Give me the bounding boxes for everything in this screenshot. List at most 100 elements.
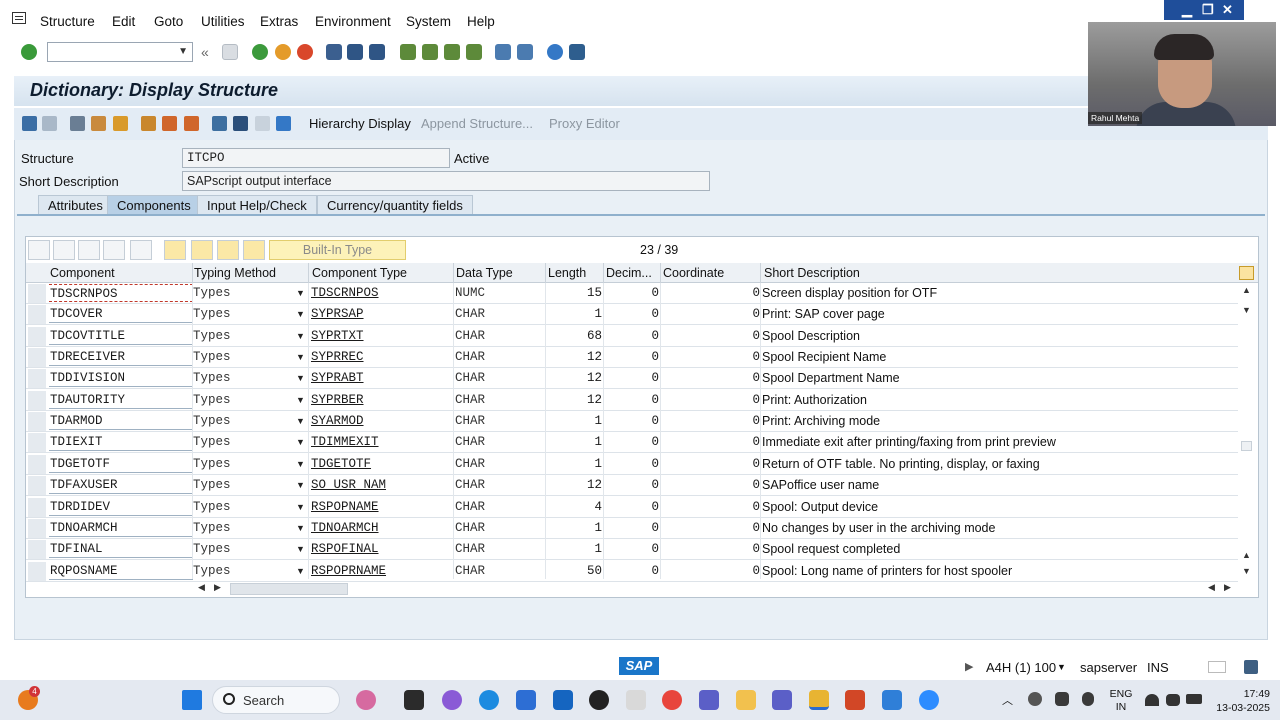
chevron-down-icon[interactable]: ▼ [296, 352, 305, 362]
store-icon[interactable] [516, 690, 536, 710]
next-page-icon[interactable] [444, 44, 460, 60]
short-description-cell[interactable]: Spool request completed [762, 542, 900, 556]
minimize-icon[interactable]: ▁ [1182, 2, 1192, 18]
details-icon[interactable] [191, 240, 213, 260]
component-type-cell[interactable]: RSPOFINAL [311, 542, 379, 556]
help-icon[interactable] [547, 44, 563, 60]
menu-utilities[interactable]: Utilities [201, 14, 245, 29]
hierarchy-display-button[interactable]: Hierarchy Display [309, 116, 411, 131]
chevron-down-icon[interactable]: ▼ [296, 502, 305, 512]
sap-gui-icon[interactable] [809, 690, 829, 710]
activate-icon[interactable] [141, 116, 156, 131]
length-cell[interactable]: 15 [546, 286, 602, 300]
back-arrow-icon[interactable] [22, 116, 37, 131]
edge-icon[interactable] [479, 690, 499, 710]
chrome-icon[interactable] [662, 690, 682, 710]
coordinate-cell[interactable]: 0 [662, 414, 760, 428]
double-chevron-left-icon[interactable]: « [201, 44, 217, 60]
short-description-cell[interactable]: Screen display position for OTF [762, 286, 937, 300]
component-type-cell[interactable]: RSPOPRNAME [311, 564, 386, 578]
table-row[interactable]: TDCOVER Types ▼ SYPRSAP CHAR 1 0 0 Print: SAP co… [26, 304, 1238, 326]
chevron-down-icon[interactable]: ▼ [296, 288, 305, 298]
component-cell[interactable]: TDRECEIVER [49, 348, 193, 367]
short-description-cell[interactable]: Spool Department Name [762, 371, 900, 385]
data-type-cell[interactable]: CHAR [455, 329, 485, 343]
data-type-cell[interactable]: CHAR [455, 521, 485, 535]
component-type-cell[interactable]: RSPOPNAME [311, 500, 379, 514]
scroll-left-icon[interactable]: ◀ [198, 582, 205, 593]
scroll-right-icon[interactable]: ▶ [1224, 582, 1231, 593]
column-config-icon[interactable] [1239, 266, 1254, 280]
print-icon[interactable] [326, 44, 342, 60]
row-selector[interactable] [28, 348, 46, 368]
table-row[interactable]: RQPOSNAME Types ▼ RSPOPRNAME CHAR 50 0 0 Spool: … [26, 561, 1238, 582]
typing-method-cell[interactable]: Types [193, 414, 231, 428]
find-next-icon[interactable] [369, 44, 385, 60]
copy-icon[interactable] [53, 240, 75, 260]
insert-row-icon[interactable] [103, 240, 125, 260]
length-cell[interactable]: 1 [546, 435, 602, 449]
length-cell[interactable]: 12 [546, 371, 602, 385]
previous-page-icon[interactable] [422, 44, 438, 60]
length-cell[interactable]: 1 [546, 307, 602, 321]
scroll-up-icon[interactable]: ▲ [1242, 550, 1251, 560]
typing-method-cell[interactable]: Types [193, 307, 231, 321]
row-selector[interactable] [28, 369, 46, 389]
powerpoint-icon[interactable] [845, 690, 865, 710]
menu-extras[interactable]: Extras [260, 14, 298, 29]
enter-check-icon[interactable] [21, 44, 37, 60]
column-header-decimals[interactable]: Decim... [606, 266, 652, 280]
copilot-icon[interactable] [356, 690, 376, 710]
coordinate-cell[interactable]: 0 [662, 457, 760, 471]
coordinate-cell[interactable]: 0 [662, 329, 760, 343]
row-selector[interactable] [28, 497, 46, 517]
tray-chevron-icon[interactable]: ︿ [1002, 692, 1013, 708]
taskbar-search[interactable]: Search [212, 686, 340, 714]
short-description-cell[interactable]: Immediate exit after printing/faxing fro… [762, 435, 1056, 449]
typing-method-cell[interactable]: Types [193, 393, 231, 407]
length-cell[interactable]: 50 [546, 564, 602, 578]
table-view-icon[interactable] [255, 116, 270, 131]
coordinate-cell[interactable]: 0 [662, 393, 760, 407]
decimals-cell[interactable]: 0 [606, 457, 659, 471]
file-explorer-icon[interactable] [736, 690, 756, 710]
coordinate-cell[interactable]: 0 [662, 500, 760, 514]
wifi-icon[interactable] [1145, 694, 1159, 706]
tab-input-help-check[interactable]: Input Help/Check [197, 195, 317, 215]
info-icon[interactable] [276, 116, 291, 131]
coordinate-cell[interactable]: 0 [662, 350, 760, 364]
data-type-cell[interactable]: CHAR [455, 478, 485, 492]
volume-icon[interactable] [1166, 694, 1180, 706]
short-description-cell[interactable]: Spool Description [762, 329, 860, 343]
coordinate-cell[interactable]: 0 [662, 371, 760, 385]
microphone-icon[interactable] [1082, 692, 1094, 706]
component-cell[interactable]: TDCOVTITLE [49, 327, 193, 345]
typing-method-cell[interactable]: Types [193, 435, 231, 449]
component-type-cell[interactable]: TDNOARMCH [311, 521, 379, 535]
chevron-down-icon[interactable]: ▼ [296, 331, 305, 341]
onedrive-icon[interactable] [1028, 692, 1042, 706]
row-selector[interactable] [28, 412, 46, 432]
teams-icon[interactable] [699, 690, 719, 710]
scroll-down-icon[interactable]: ▼ [1242, 566, 1251, 576]
horizontal-scrollbar[interactable]: ◀ ▶ ◀ ▶ [192, 581, 1258, 597]
chevron-down-icon[interactable]: ▼ [296, 480, 305, 490]
status-expand-icon[interactable]: ▶ [965, 660, 973, 673]
outlook-icon[interactable] [553, 690, 573, 710]
menu-help[interactable]: Help [467, 14, 495, 29]
filter-icon[interactable] [164, 240, 186, 260]
new-session-icon[interactable] [495, 44, 511, 60]
data-type-cell[interactable]: CHAR [455, 564, 485, 578]
tab-components[interactable]: Components [107, 195, 201, 215]
chevron-down-icon[interactable]: ▼ [296, 395, 305, 405]
chevron-down-icon[interactable]: ▼ [296, 437, 305, 447]
coordinate-cell[interactable]: 0 [662, 286, 760, 300]
object-list-icon[interactable] [184, 116, 199, 131]
table-row[interactable]: TDRDIDEV Types ▼ RSPOPNAME CHAR 4 0 0 Spool: Out… [26, 497, 1238, 518]
length-cell[interactable]: 1 [546, 542, 602, 556]
table-row[interactable]: TDFINAL Types ▼ RSPOFINAL CHAR 1 0 0 Spool reque… [26, 539, 1238, 561]
component-type-cell[interactable]: SYPRSAP [311, 307, 364, 321]
proxy-editor-button[interactable]: Proxy Editor [549, 116, 620, 131]
column-header-data-type[interactable]: Data Type [456, 266, 513, 280]
teams-work-icon[interactable] [772, 690, 792, 710]
